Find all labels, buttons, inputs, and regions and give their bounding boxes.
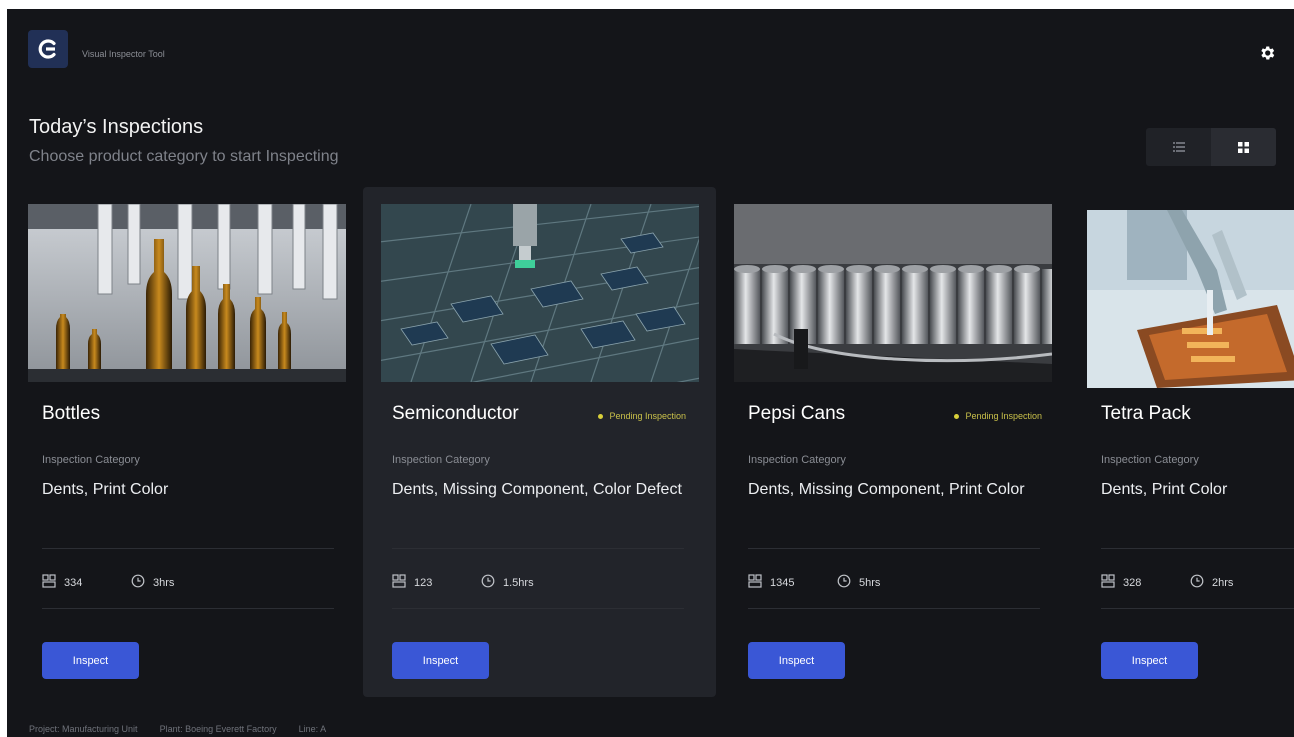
inspection-category-label: Inspection Category <box>1101 454 1199 466</box>
app-name: Visual Inspector Tool <box>82 49 165 59</box>
footer-plant: Plant: Boeing Everett Factory <box>159 724 277 734</box>
grid-view-icon[interactable] <box>1211 128 1276 166</box>
clock-icon <box>131 574 145 591</box>
brand-logo-icon[interactable] <box>28 30 68 68</box>
page-title: Today’s Inspections <box>29 116 204 138</box>
footer-project: Project: Manufacturing Unit <box>29 724 138 734</box>
inspection-category-label: Inspection Category <box>42 454 140 466</box>
inspection-category-value: Dents, Missing Component, Print Color <box>748 481 1025 498</box>
boxes-icon <box>748 574 762 591</box>
app-window: Visual Inspector Tool Today’s Inspection… <box>7 9 1294 737</box>
inspect-button[interactable]: Inspect <box>1101 642 1198 679</box>
product-image-pepsi-cans <box>734 204 1052 382</box>
item-count: 334 <box>42 574 82 591</box>
footer-line: Line: A <box>298 724 327 734</box>
divider <box>392 548 684 549</box>
duration-value: 2hrs <box>1212 576 1234 589</box>
inspect-button[interactable]: Inspect <box>392 642 489 679</box>
divider <box>1101 548 1294 549</box>
inspect-button[interactable]: Inspect <box>748 642 845 679</box>
clock-icon <box>1190 574 1204 591</box>
item-count: 328 <box>1101 574 1141 591</box>
item-count-value: 334 <box>64 576 83 589</box>
product-image-bottles <box>28 204 346 382</box>
inspection-category-value: Dents, Missing Component, Color Defect <box>392 481 682 498</box>
page-subtitle: Choose product category to start Inspect… <box>29 148 339 165</box>
divider <box>42 608 334 609</box>
divider <box>748 548 1040 549</box>
item-count: 1345 <box>748 574 794 591</box>
divider <box>42 548 334 549</box>
product-card-tetra-pack[interactable]: Tetra Pack Inspection Category Dents, Pr… <box>1072 187 1294 697</box>
footer: Project: Manufacturing Unit Plant: Boein… <box>29 724 326 734</box>
inspect-button[interactable]: Inspect <box>42 642 139 679</box>
clock-icon <box>481 574 495 591</box>
inspection-category-label: Inspection Category <box>392 454 490 466</box>
status-dot <box>598 413 604 419</box>
item-count-value: 123 <box>414 576 433 589</box>
status-text: Pending Inspection <box>965 411 1042 421</box>
status-badge: Pending Inspection <box>598 411 686 421</box>
card-title: Semiconductor <box>392 403 519 424</box>
card-title: Pepsi Cans <box>748 403 846 424</box>
product-image-tetra-pack <box>1087 210 1294 388</box>
duration-value: 1.5hrs <box>503 576 534 589</box>
duration: 5hrs <box>837 574 880 591</box>
duration: 2hrs <box>1190 574 1233 591</box>
list-view-icon[interactable] <box>1146 128 1211 166</box>
inspection-category-value: Dents, Print Color <box>1101 481 1228 498</box>
item-count-value: 328 <box>1123 576 1142 589</box>
status-dot <box>954 413 960 419</box>
inspection-category-value: Dents, Print Color <box>42 481 169 498</box>
card-title: Bottles <box>42 403 101 424</box>
view-toggle <box>1146 128 1276 166</box>
item-count-value: 1345 <box>770 576 795 589</box>
boxes-icon <box>42 574 56 591</box>
divider <box>1101 608 1294 609</box>
card-title: Tetra Pack <box>1101 403 1191 424</box>
product-card-bottles[interactable]: Bottles Inspection Category Dents, Print… <box>13 187 366 697</box>
divider <box>748 608 1040 609</box>
product-card-semiconductor[interactable]: Semiconductor Pending Inspection Inspect… <box>363 187 716 697</box>
gear-icon[interactable] <box>1257 43 1277 63</box>
divider <box>392 608 684 609</box>
status-text: Pending Inspection <box>609 411 686 421</box>
boxes-icon <box>1101 574 1115 591</box>
boxes-icon <box>392 574 406 591</box>
status-badge: Pending Inspection <box>954 411 1042 421</box>
product-image-semiconductor <box>381 204 699 382</box>
item-count: 123 <box>392 574 432 591</box>
clock-icon <box>837 574 851 591</box>
duration-value: 5hrs <box>859 576 881 589</box>
inspection-category-label: Inspection Category <box>748 454 846 466</box>
product-card-pepsi-cans[interactable]: Pepsi Cans Pending Inspection Inspection… <box>719 187 1072 697</box>
duration: 3hrs <box>131 574 174 591</box>
duration: 1.5hrs <box>481 574 534 591</box>
duration-value: 3hrs <box>153 576 175 589</box>
